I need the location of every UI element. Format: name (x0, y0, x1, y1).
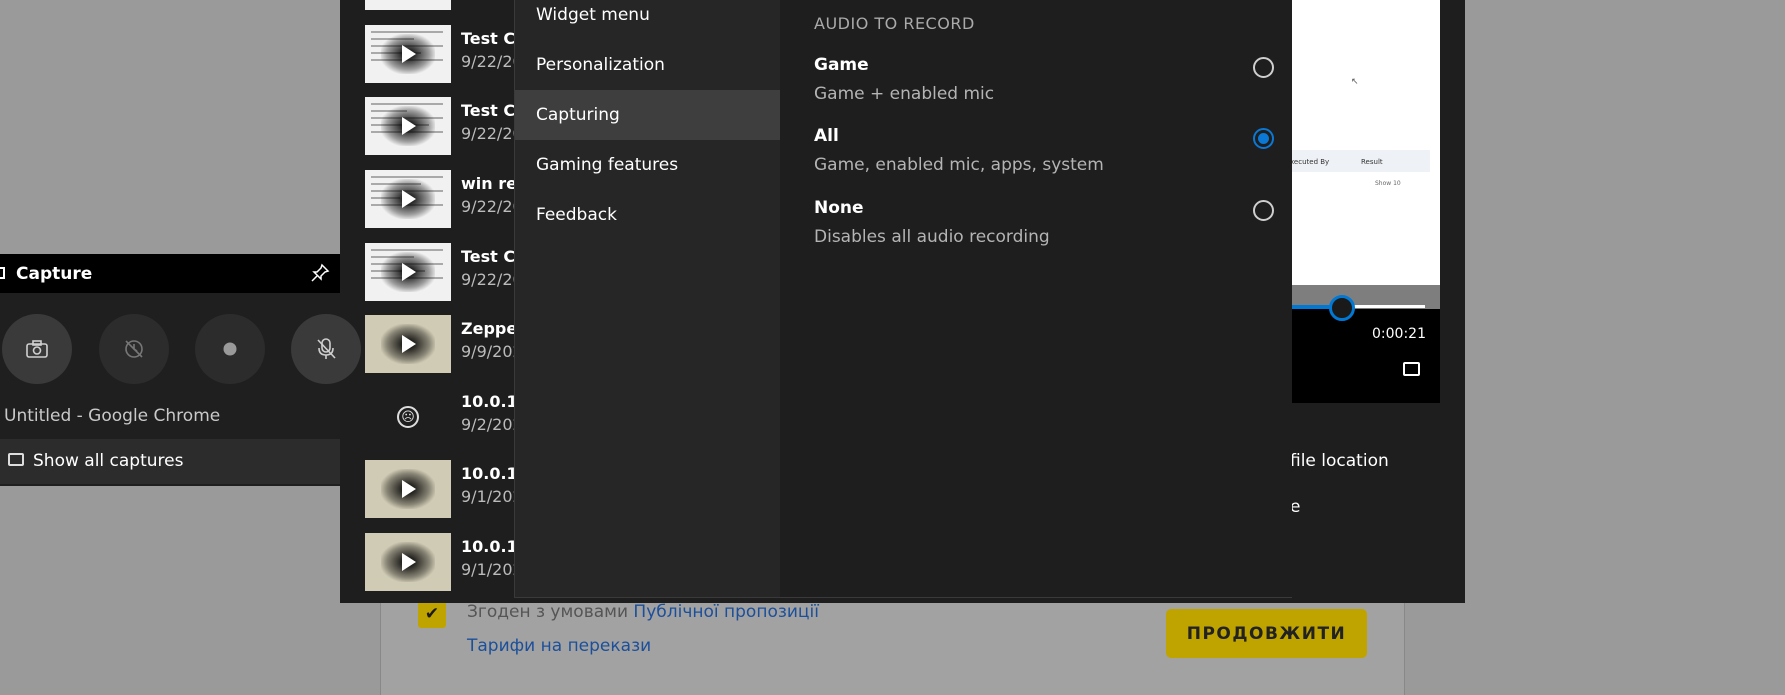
scrubber-handle[interactable] (1329, 295, 1355, 321)
preview-table-header: xecuted By Result (1290, 150, 1430, 172)
thumbnail (365, 97, 451, 155)
capture-target-window: Untitled - Google Chrome (4, 406, 221, 426)
show-all-captures-button[interactable]: Show all captures (0, 439, 340, 484)
pin-icon[interactable] (310, 263, 330, 283)
record-last-30s-button[interactable] (99, 314, 169, 384)
radio-none[interactable] (1253, 200, 1274, 221)
cursor-icon: ↖ (1351, 77, 1359, 87)
play-icon (402, 480, 416, 498)
nav-item-widget-menu[interactable]: Widget menu (515, 0, 780, 40)
gallery-item[interactable]: 10.0.129 9/1/202 (365, 460, 540, 532)
agree-prefix: Згоден з умовами (467, 602, 629, 622)
capture-title: Capture (16, 264, 93, 284)
option-label: Game (814, 55, 869, 75)
play-icon (402, 263, 416, 281)
radio-game[interactable] (1253, 57, 1274, 78)
thumbnail (365, 170, 451, 228)
gallery-item[interactable]: Test Ca 9/22/20 (365, 25, 526, 97)
thumbnail (365, 533, 451, 591)
play-icon (402, 117, 416, 135)
gallery-item[interactable]: Test Ca 9/22/20 (365, 243, 526, 315)
option-label: None (814, 198, 864, 218)
screenshot-button[interactable] (2, 314, 72, 384)
preview-col: xecuted By (1290, 158, 1330, 166)
thumbnail-error: ☹ (365, 388, 451, 446)
nav-item-personalization[interactable]: Personalization (515, 40, 780, 90)
capture-widget: Capture Untitled - Google Chrome Show al… (0, 254, 361, 486)
play-icon (402, 553, 416, 571)
playback-time: 0:00:21 (1372, 326, 1426, 342)
thumbnail (365, 0, 451, 10)
thumbnail (365, 243, 451, 301)
preview-col: Result (1361, 158, 1383, 166)
preview-frame: ↖ xecuted By Result Show 10 (1290, 0, 1440, 285)
settings-content: AUDIO TO RECORD Game Game + enabled mic … (780, 0, 1292, 597)
thumbnail (365, 315, 451, 373)
option-description: Game + enabled mic (814, 84, 995, 104)
audio-option-all[interactable]: All Game, enabled mic, apps, system (814, 126, 1274, 186)
public-offer-link[interactable]: Публічної пропозиції (633, 602, 819, 622)
option-description: Disables all audio recording (814, 227, 1050, 247)
agree-text: Згоден з умовами Публічної пропозиції (467, 602, 819, 622)
widget-icon (0, 267, 5, 279)
play-icon (402, 190, 416, 208)
audio-option-none[interactable]: None Disables all audio recording (814, 198, 1274, 258)
capture-header[interactable]: Capture (0, 254, 340, 293)
gallery-item-partial[interactable] (365, 0, 505, 24)
option-label: All (814, 126, 839, 146)
thumbnail (365, 460, 451, 518)
section-title: AUDIO TO RECORD (814, 14, 975, 33)
audio-option-game[interactable]: Game Game + enabled mic (814, 55, 1274, 115)
gallery-item[interactable]: 10.0.129 9/1/202 (365, 533, 540, 605)
nav-item-feedback[interactable]: Feedback (515, 190, 780, 240)
thumbnail (365, 25, 451, 83)
expand-icon[interactable] (1403, 362, 1420, 376)
show-all-captures-label: Show all captures (33, 451, 184, 471)
gallery-icon (8, 453, 24, 466)
camera-icon (26, 340, 48, 358)
gallery-item[interactable]: win rec 9/22/20 (365, 170, 526, 242)
settings-panel: Widget menu Personalization Capturing Ga… (514, 0, 1292, 598)
tariffs-link[interactable]: Тарифи на перекази (467, 636, 651, 656)
continue-button[interactable]: ПРОДОВЖИТИ (1166, 609, 1367, 658)
preview-show: Show 10 (1375, 180, 1401, 187)
play-icon (402, 335, 416, 353)
play-icon (402, 45, 416, 63)
radio-all[interactable] (1253, 128, 1274, 149)
start-recording-button[interactable] (195, 314, 265, 384)
nav-item-gaming-features[interactable]: Gaming features (515, 140, 780, 190)
sad-face-icon: ☹ (397, 406, 419, 428)
open-file-location-link[interactable]: file location (1290, 451, 1389, 471)
record-dot-icon (223, 342, 237, 356)
record-last-30s-icon (125, 340, 143, 358)
gallery-item[interactable]: Test Ca 9/22/20 (365, 97, 526, 169)
option-description: Game, enabled mic, apps, system (814, 155, 1104, 175)
video-preview[interactable]: ↖ xecuted By Result Show 10 0:00:21 (1290, 0, 1440, 403)
gallery-item[interactable]: Zeppeli 9/9/202 (365, 315, 528, 387)
settings-nav: Widget menu Personalization Capturing Ga… (515, 0, 780, 597)
mic-off-icon (317, 338, 336, 359)
mic-toggle-button[interactable] (291, 314, 361, 384)
gallery-item[interactable]: ☹ 10.0.129 9/2/202 (365, 388, 540, 460)
nav-item-capturing[interactable]: Capturing (515, 90, 780, 140)
